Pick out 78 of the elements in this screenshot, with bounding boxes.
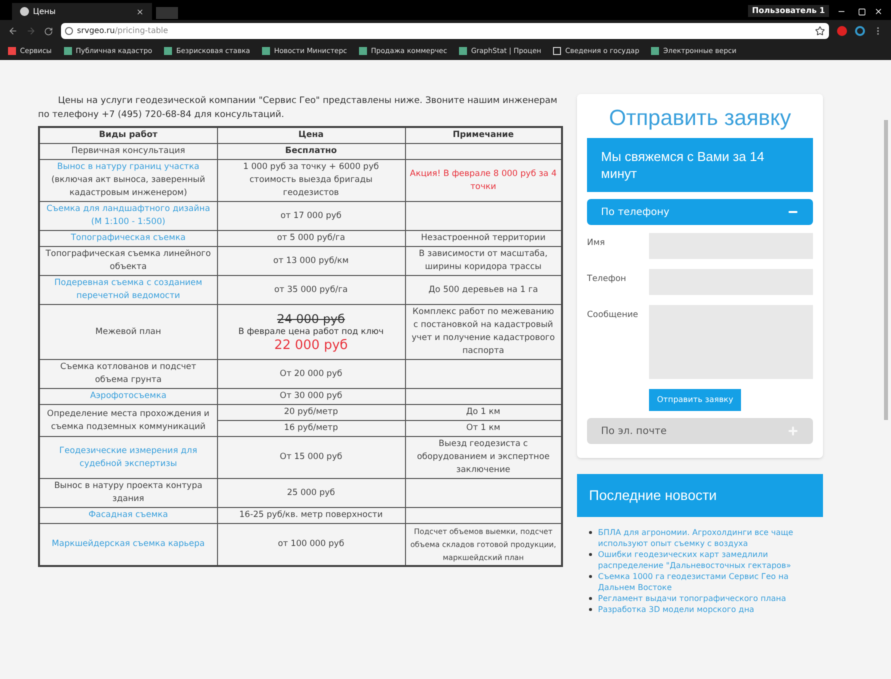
field-label: Сообщение [587, 309, 640, 322]
reload-icon[interactable] [44, 26, 53, 36]
news-link[interactable]: Разработка 3D модели морского дна [598, 604, 754, 615]
price: От 30 000 руб [278, 390, 344, 403]
apps-icon [8, 47, 16, 55]
news-link[interactable]: Съемка 1000 га геодезистами Сервис Гео на Дальнем Востоке [598, 571, 817, 593]
old-price: 24 000 руб [277, 312, 345, 326]
favicon-icon [262, 47, 270, 55]
price: 25 000 руб [286, 486, 336, 500]
price: 1 000 руб за точку + 6000 руб стоимость выезда бригады геодезистов [242, 161, 380, 200]
bullet-icon [589, 553, 592, 556]
price-note: В зависимости от масштаба, ширины коридора трассы [418, 248, 549, 274]
price-note: До 500 деревьев на 1 га [428, 284, 539, 296]
accordion-header[interactable]: По телефону [587, 199, 813, 225]
price: от 17 000 руб [280, 210, 342, 222]
submit-button[interactable]: Отправить заявку [649, 389, 742, 411]
scrollbar[interactable] [884, 120, 888, 420]
info-icon [65, 27, 73, 35]
price-note: Комплекс работ по межеванию с постановкой на кадастровый учет и получение кадастрового паспорта [410, 306, 556, 358]
price-note: До 1 км [465, 406, 502, 419]
price: от 13 000 руб/км [272, 254, 350, 268]
price-note: Акция! В феврале 8 000 руб за 4 точки [410, 168, 557, 194]
close-window-icon[interactable] [874, 7, 883, 16]
url-host: srvgeo.ru [77, 25, 115, 37]
news-link[interactable]: Ошибки геодезических карт замедлили распределение "Дальневосточных гектаров» [598, 549, 817, 571]
bullet-icon [589, 597, 592, 600]
promo-text: В феврале цена работ под ключ [238, 326, 384, 338]
back-icon[interactable] [8, 26, 18, 36]
price: 16-25 руб/кв. метр поверхности [238, 509, 384, 522]
news-link[interactable]: БПЛА для агрономии. Агрохолдинги все чаще используют опыт съемку с воздуха [598, 527, 817, 549]
price: от 35 000 руб/га [273, 284, 349, 296]
news-header: Последние новости [577, 474, 823, 517]
form-title: Отправить заявку [608, 104, 792, 132]
accordion-header[interactable]: По эл. почте [587, 418, 813, 444]
bullet-icon [589, 531, 592, 534]
news-link[interactable]: Регламент выдачи топографического плана [598, 593, 786, 604]
document-icon [553, 47, 562, 55]
price-note: Выезд геодезиста с оборудованием и экспертное заключение [416, 438, 551, 477]
column-header: Цена [217, 127, 405, 144]
tab-title: Цены [33, 6, 57, 18]
favicon-icon [651, 47, 660, 55]
browser-tab[interactable]: Цены [12, 3, 152, 20]
intro-paragraph: Цены на услуги геодезической компании "Сервис Гео" представлены ниже. Звоните нашим инженерам по телефону +7 (495) 720-68-84 для консультаций. [37, 95, 558, 122]
price-note: От 1 км [465, 422, 502, 435]
callback-banner: Мы свяжемся с Вами за 14 минут [587, 138, 813, 192]
plus-icon [787, 425, 799, 437]
service-link[interactable]: Вынос в натуру границ участка [44, 161, 212, 174]
star-icon[interactable] [815, 26, 825, 36]
price-note: Незастроенной территории [420, 232, 546, 245]
maximize-icon[interactable] [858, 8, 866, 16]
address-bar[interactable]: srvgeo.ru/pricing-table [61, 23, 829, 39]
field-label: Телефон [587, 273, 628, 286]
bullet-icon [589, 608, 592, 611]
favicon-icon [359, 47, 367, 55]
price: От 15 000 руб [278, 451, 344, 464]
column-header: Виды работ [39, 127, 217, 144]
price: от 5 000 руб/га [276, 232, 346, 245]
price: от 100 000 руб [276, 538, 346, 551]
price: 20 руб/метр [282, 406, 340, 419]
service-name: Съемка котлованов и подсчет объема грунта [59, 361, 198, 387]
field-label: Имя [587, 237, 606, 250]
service-name: Межевой план [94, 326, 162, 338]
close-icon[interactable] [136, 8, 144, 16]
favicon-icon [459, 47, 468, 55]
bullet-icon [589, 575, 592, 578]
service-name: Вынос в натуру проекта контура здания [53, 480, 204, 506]
service-name: Топографическая съемка линейного объекта [44, 248, 212, 274]
profile-button[interactable]: Пользователь 1 [748, 5, 829, 17]
service-note: (включая акт выноса, заверенный кадастровым инженером) [50, 174, 206, 200]
url-path: /pricing-table [114, 25, 168, 37]
service-name: Определение места прохождения и съемка подземных коммуникаций [46, 408, 210, 434]
favicon-icon [164, 47, 172, 55]
price: От 20 000 руб [278, 368, 344, 380]
new-price: 22 000 руб [274, 338, 348, 352]
price: 16 руб/метр [282, 422, 340, 435]
favicon-icon [64, 47, 72, 55]
price: Бесплатно [285, 146, 337, 156]
service-name: Первичная консультация [70, 145, 186, 158]
